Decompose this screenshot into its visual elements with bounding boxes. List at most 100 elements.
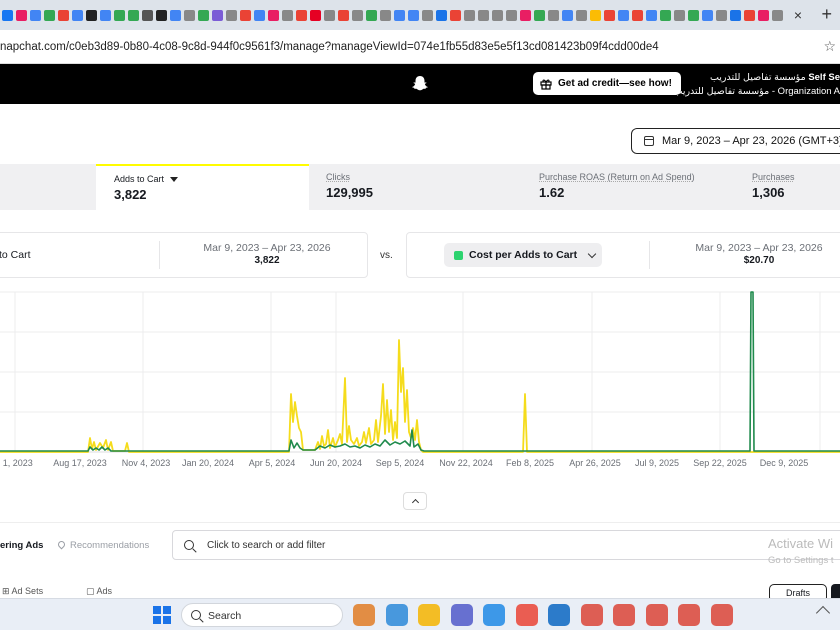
windows-start-icon[interactable] xyxy=(153,606,171,624)
tab-favicon-icon[interactable] xyxy=(380,9,391,21)
taskbar-app-icon[interactable] xyxy=(548,604,570,626)
tab-favicon-icon[interactable] xyxy=(618,9,629,21)
tab-favicon-icon[interactable] xyxy=(730,9,741,21)
tab-favicon-icon[interactable] xyxy=(744,9,755,21)
taskbar-app-icon[interactable] xyxy=(483,604,505,626)
tab-favicon-icon[interactable] xyxy=(240,9,251,21)
x-tick-label: Aug 17, 2023 xyxy=(53,458,107,468)
tab-favicon-icon[interactable] xyxy=(422,9,433,21)
tab-favicon-icon[interactable] xyxy=(632,9,643,21)
tab-favicon-icon[interactable] xyxy=(394,9,405,21)
address-bar[interactable]: napchat.com/c0eb3d89-0b80-4c08-9c8d-944f… xyxy=(0,30,840,64)
tab-favicon-icon[interactable] xyxy=(436,9,447,21)
tab-favicon-icon[interactable] xyxy=(464,9,475,21)
caret-down-icon[interactable] xyxy=(170,177,179,183)
taskbar-app-icon[interactable] xyxy=(678,604,700,626)
tab-favicon-icon[interactable] xyxy=(716,9,727,21)
tab-favicon-icon[interactable] xyxy=(44,9,55,21)
metric-purchases[interactable]: Purchases 1,306 xyxy=(752,164,840,210)
tab-favicon-icon[interactable] xyxy=(128,9,139,21)
bookmark-star-icon[interactable]: ☆ xyxy=(823,38,836,55)
tab-favicons[interactable] xyxy=(0,9,785,21)
tab-favicon-icon[interactable] xyxy=(184,9,195,21)
metric-purchase-roas[interactable]: Purchase ROAS (Return on Ad Spend) 1.62 xyxy=(539,164,739,210)
org-name-line2[interactable]: مؤسسة تفاصيل للتدريب - Organization A xyxy=(674,86,840,97)
metric-adds-to-cart[interactable]: Adds to Cart 3,822 xyxy=(96,164,309,210)
tab-favicon-icon[interactable] xyxy=(338,9,349,21)
tab-favicon-icon[interactable] xyxy=(254,9,265,21)
tab-favicon-icon[interactable] xyxy=(282,9,293,21)
tab-favicon-icon[interactable] xyxy=(100,9,111,21)
url-text[interactable]: napchat.com/c0eb3d89-0b80-4c08-9c8d-944f… xyxy=(0,41,659,53)
compare-left-metric[interactable]: to Cart xyxy=(0,249,31,261)
tab-favicon-icon[interactable] xyxy=(114,9,125,21)
tab-favicon-icon[interactable] xyxy=(702,9,713,21)
metric-clicks[interactable]: Clicks 129,995 xyxy=(326,164,526,210)
tab-favicon-icon[interactable] xyxy=(16,9,27,21)
tab-favicon-icon[interactable] xyxy=(58,9,69,21)
new-tab-icon[interactable]: + xyxy=(821,4,832,25)
tab-recommendations[interactable]: Recommendations xyxy=(56,539,149,551)
tab-favicon-icon[interactable] xyxy=(660,9,671,21)
filter-search-input[interactable]: Click to search or add filter xyxy=(172,530,840,560)
tab-favicon-icon[interactable] xyxy=(2,9,13,21)
tab-favicon-icon[interactable] xyxy=(324,9,335,21)
tab-favicon-icon[interactable] xyxy=(366,9,377,21)
tab-favicon-icon[interactable] xyxy=(548,9,559,21)
tab-favicon-icon[interactable] xyxy=(268,9,279,21)
tab-favicon-icon[interactable] xyxy=(212,9,223,21)
org-name-line1[interactable]: مؤسسة تفاصيل للتدريب Self Se xyxy=(710,72,840,83)
taskbar-app-icon[interactable] xyxy=(515,604,538,626)
tab-favicon-icon[interactable] xyxy=(590,9,601,21)
taskbar-app-icon[interactable] xyxy=(580,604,603,626)
tab-favicon-icon[interactable] xyxy=(310,9,321,21)
tab-favicon-icon[interactable] xyxy=(772,9,783,21)
performance-chart[interactable]: n 1, 2023 Aug 17, 2023 Nov 4, 2023 Jan 20, … xyxy=(0,290,840,470)
tab-favicon-icon[interactable] xyxy=(296,9,307,21)
tab-favicon-icon[interactable] xyxy=(198,9,209,21)
compare-metric-dropdown[interactable]: Cost per Adds to Cart xyxy=(444,243,602,267)
collapse-chart-button[interactable] xyxy=(403,492,427,510)
close-tab-icon[interactable]: × xyxy=(790,7,806,23)
tab-favicon-icon[interactable] xyxy=(576,9,587,21)
tab-favicon-icon[interactable] xyxy=(408,9,419,21)
date-range-picker[interactable]: Mar 9, 2023 – Apr 23, 2026 (GMT+3) xyxy=(631,128,840,154)
taskbar-app-icon[interactable] xyxy=(450,604,473,626)
taskbar-app-icon[interactable] xyxy=(353,604,375,626)
taskbar-app-icon[interactable] xyxy=(385,604,408,626)
tab-favicon-icon[interactable] xyxy=(156,9,167,21)
taskbar-app-icon[interactable] xyxy=(418,604,440,626)
tab-favicon-icon[interactable] xyxy=(72,9,83,21)
tab-favicon-icon[interactable] xyxy=(86,9,97,21)
tab-favicon-icon[interactable] xyxy=(520,9,531,21)
snapchat-ghost-icon[interactable] xyxy=(412,75,428,93)
tab-favicon-icon[interactable] xyxy=(646,9,657,21)
get-ad-credit-button[interactable]: Get ad credit—see how! xyxy=(533,72,681,95)
tab-favicon-icon[interactable] xyxy=(688,9,699,21)
tab-favicon-icon[interactable] xyxy=(30,9,41,21)
tab-favicon-icon[interactable] xyxy=(352,9,363,21)
tab-favicon-icon[interactable] xyxy=(534,9,545,21)
taskbar-app-icon[interactable] xyxy=(613,604,635,626)
tab-favicon-icon[interactable] xyxy=(170,9,181,21)
tab-favicon-icon[interactable] xyxy=(142,9,153,21)
tab-favicon-icon[interactable] xyxy=(450,9,461,21)
tab-favicon-icon[interactable] xyxy=(226,9,237,21)
drafts-button[interactable]: Drafts xyxy=(769,584,827,598)
tab-favicon-icon[interactable] xyxy=(758,9,769,21)
taskbar-app-icon[interactable] xyxy=(710,604,733,626)
ad-sets-tab[interactable]: ⊞ Ad Sets xyxy=(2,586,43,597)
tab-delivering-ads[interactable]: ering Ads xyxy=(0,540,43,551)
taskbar-app-icon[interactable] xyxy=(645,604,668,626)
tab-favicon-icon[interactable] xyxy=(674,9,685,21)
tab-favicon-icon[interactable] xyxy=(562,9,573,21)
filter-row: ering Ads Recommendations Click to searc… xyxy=(0,528,840,562)
ads-tab[interactable]: ▢ Ads xyxy=(86,586,112,597)
tab-favicon-icon[interactable] xyxy=(478,9,489,21)
tab-favicon-icon[interactable] xyxy=(492,9,503,21)
tab-favicon-icon[interactable] xyxy=(506,9,517,21)
tray-chevron-icon[interactable] xyxy=(815,605,831,621)
create-button-edge[interactable] xyxy=(831,584,840,598)
taskbar-search[interactable]: Search xyxy=(181,603,343,627)
tab-favicon-icon[interactable] xyxy=(604,9,615,21)
